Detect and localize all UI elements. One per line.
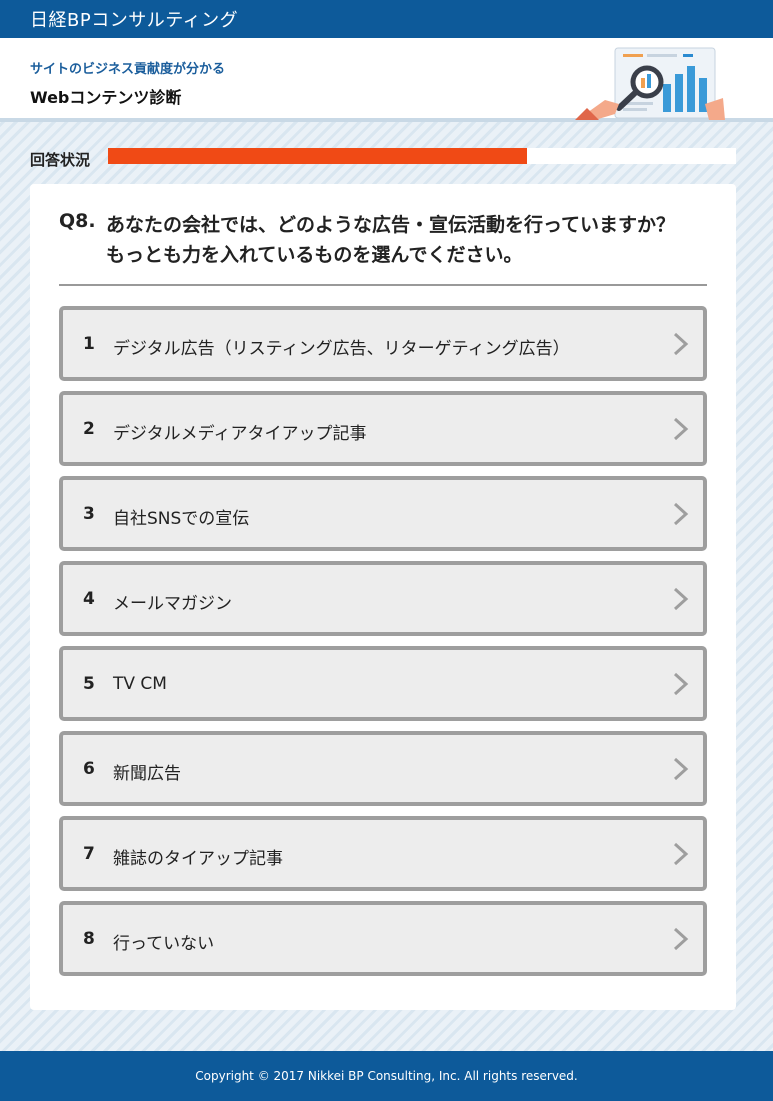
copyright-text: Copyright © 2017 Nikkei BP Consulting, I…: [195, 1069, 578, 1083]
option-number: 5: [83, 674, 95, 694]
footer: Copyright © 2017 Nikkei BP Consulting, I…: [0, 1051, 773, 1101]
option-number: 7: [83, 844, 95, 864]
option-number: 8: [83, 929, 95, 949]
chevron-right-icon: [673, 842, 689, 866]
answer-option-3[interactable]: 3 自社SNSでの宣伝: [59, 476, 707, 551]
option-label: メールマガジン: [113, 594, 232, 614]
option-label: 自社SNSでの宣伝: [113, 509, 250, 529]
option-label: 行っていない: [113, 934, 215, 954]
option-number: 6: [83, 759, 95, 779]
app-header: サイトのビジネス貢献度が分かる Webコンテンツ診断: [0, 38, 773, 122]
chevron-right-icon: [673, 757, 689, 781]
option-number: 3: [83, 504, 95, 524]
chevron-right-icon: [673, 927, 689, 951]
answer-option-1[interactable]: 1 デジタル広告（リスティング広告、リターゲティング広告）: [59, 306, 707, 381]
question-line-1: あなたの会社では、どのような広告・宣伝活動を行っていますか？: [106, 214, 676, 236]
answer-option-7[interactable]: 7 雑誌のタイアップ記事: [59, 816, 707, 891]
answer-option-4[interactable]: 4 メールマガジン: [59, 561, 707, 636]
question-card: Q8. あなたの会社では、どのような広告・宣伝活動を行っていますか？ もっとも力…: [30, 184, 736, 1010]
option-label: デジタル広告（リスティング広告、リターゲティング広告）: [113, 339, 570, 359]
option-number: 1: [83, 334, 95, 354]
option-label: 雑誌のタイアップ記事: [113, 849, 283, 869]
chevron-right-icon: [673, 417, 689, 441]
chevron-right-icon: [673, 672, 689, 696]
option-label: TV CM: [113, 674, 167, 694]
answer-option-2[interactable]: 2 デジタルメディアタイアップ記事: [59, 391, 707, 466]
top-bar: 日経BPコンサルティング: [0, 0, 773, 38]
answer-option-8[interactable]: 8 行っていない: [59, 901, 707, 976]
chevron-right-icon: [673, 502, 689, 526]
question-number: Q8.: [59, 210, 96, 232]
chevron-right-icon: [673, 587, 689, 611]
option-label: デジタルメディアタイアップ記事: [113, 424, 367, 444]
question-line-2: もっとも力を入れているものを選んでください。: [106, 244, 523, 266]
option-number: 2: [83, 419, 95, 439]
chevron-right-icon: [673, 332, 689, 356]
answer-options: 1 デジタル広告（リスティング広告、リターゲティング広告） 2 デジタルメディア…: [59, 306, 707, 986]
option-number: 4: [83, 589, 95, 609]
progress-bar: [108, 148, 736, 164]
brand-logo: 日経BPコンサルティング: [30, 10, 239, 31]
answer-option-6[interactable]: 6 新聞広告: [59, 731, 707, 806]
tagline: サイトのビジネス貢献度が分かる: [30, 62, 226, 77]
question-text: あなたの会社では、どのような広告・宣伝活動を行っていますか？ もっとも力を入れて…: [106, 210, 726, 270]
option-label: 新聞広告: [113, 764, 181, 784]
progress-label: 回答状況: [30, 151, 91, 169]
progress-bar-fill: [108, 148, 527, 164]
app-title: Webコンテンツ診断: [30, 88, 182, 107]
magnifier-chart-illustration: [575, 47, 725, 120]
answer-option-5[interactable]: 5 TV CM: [59, 646, 707, 721]
divider: [59, 284, 707, 286]
